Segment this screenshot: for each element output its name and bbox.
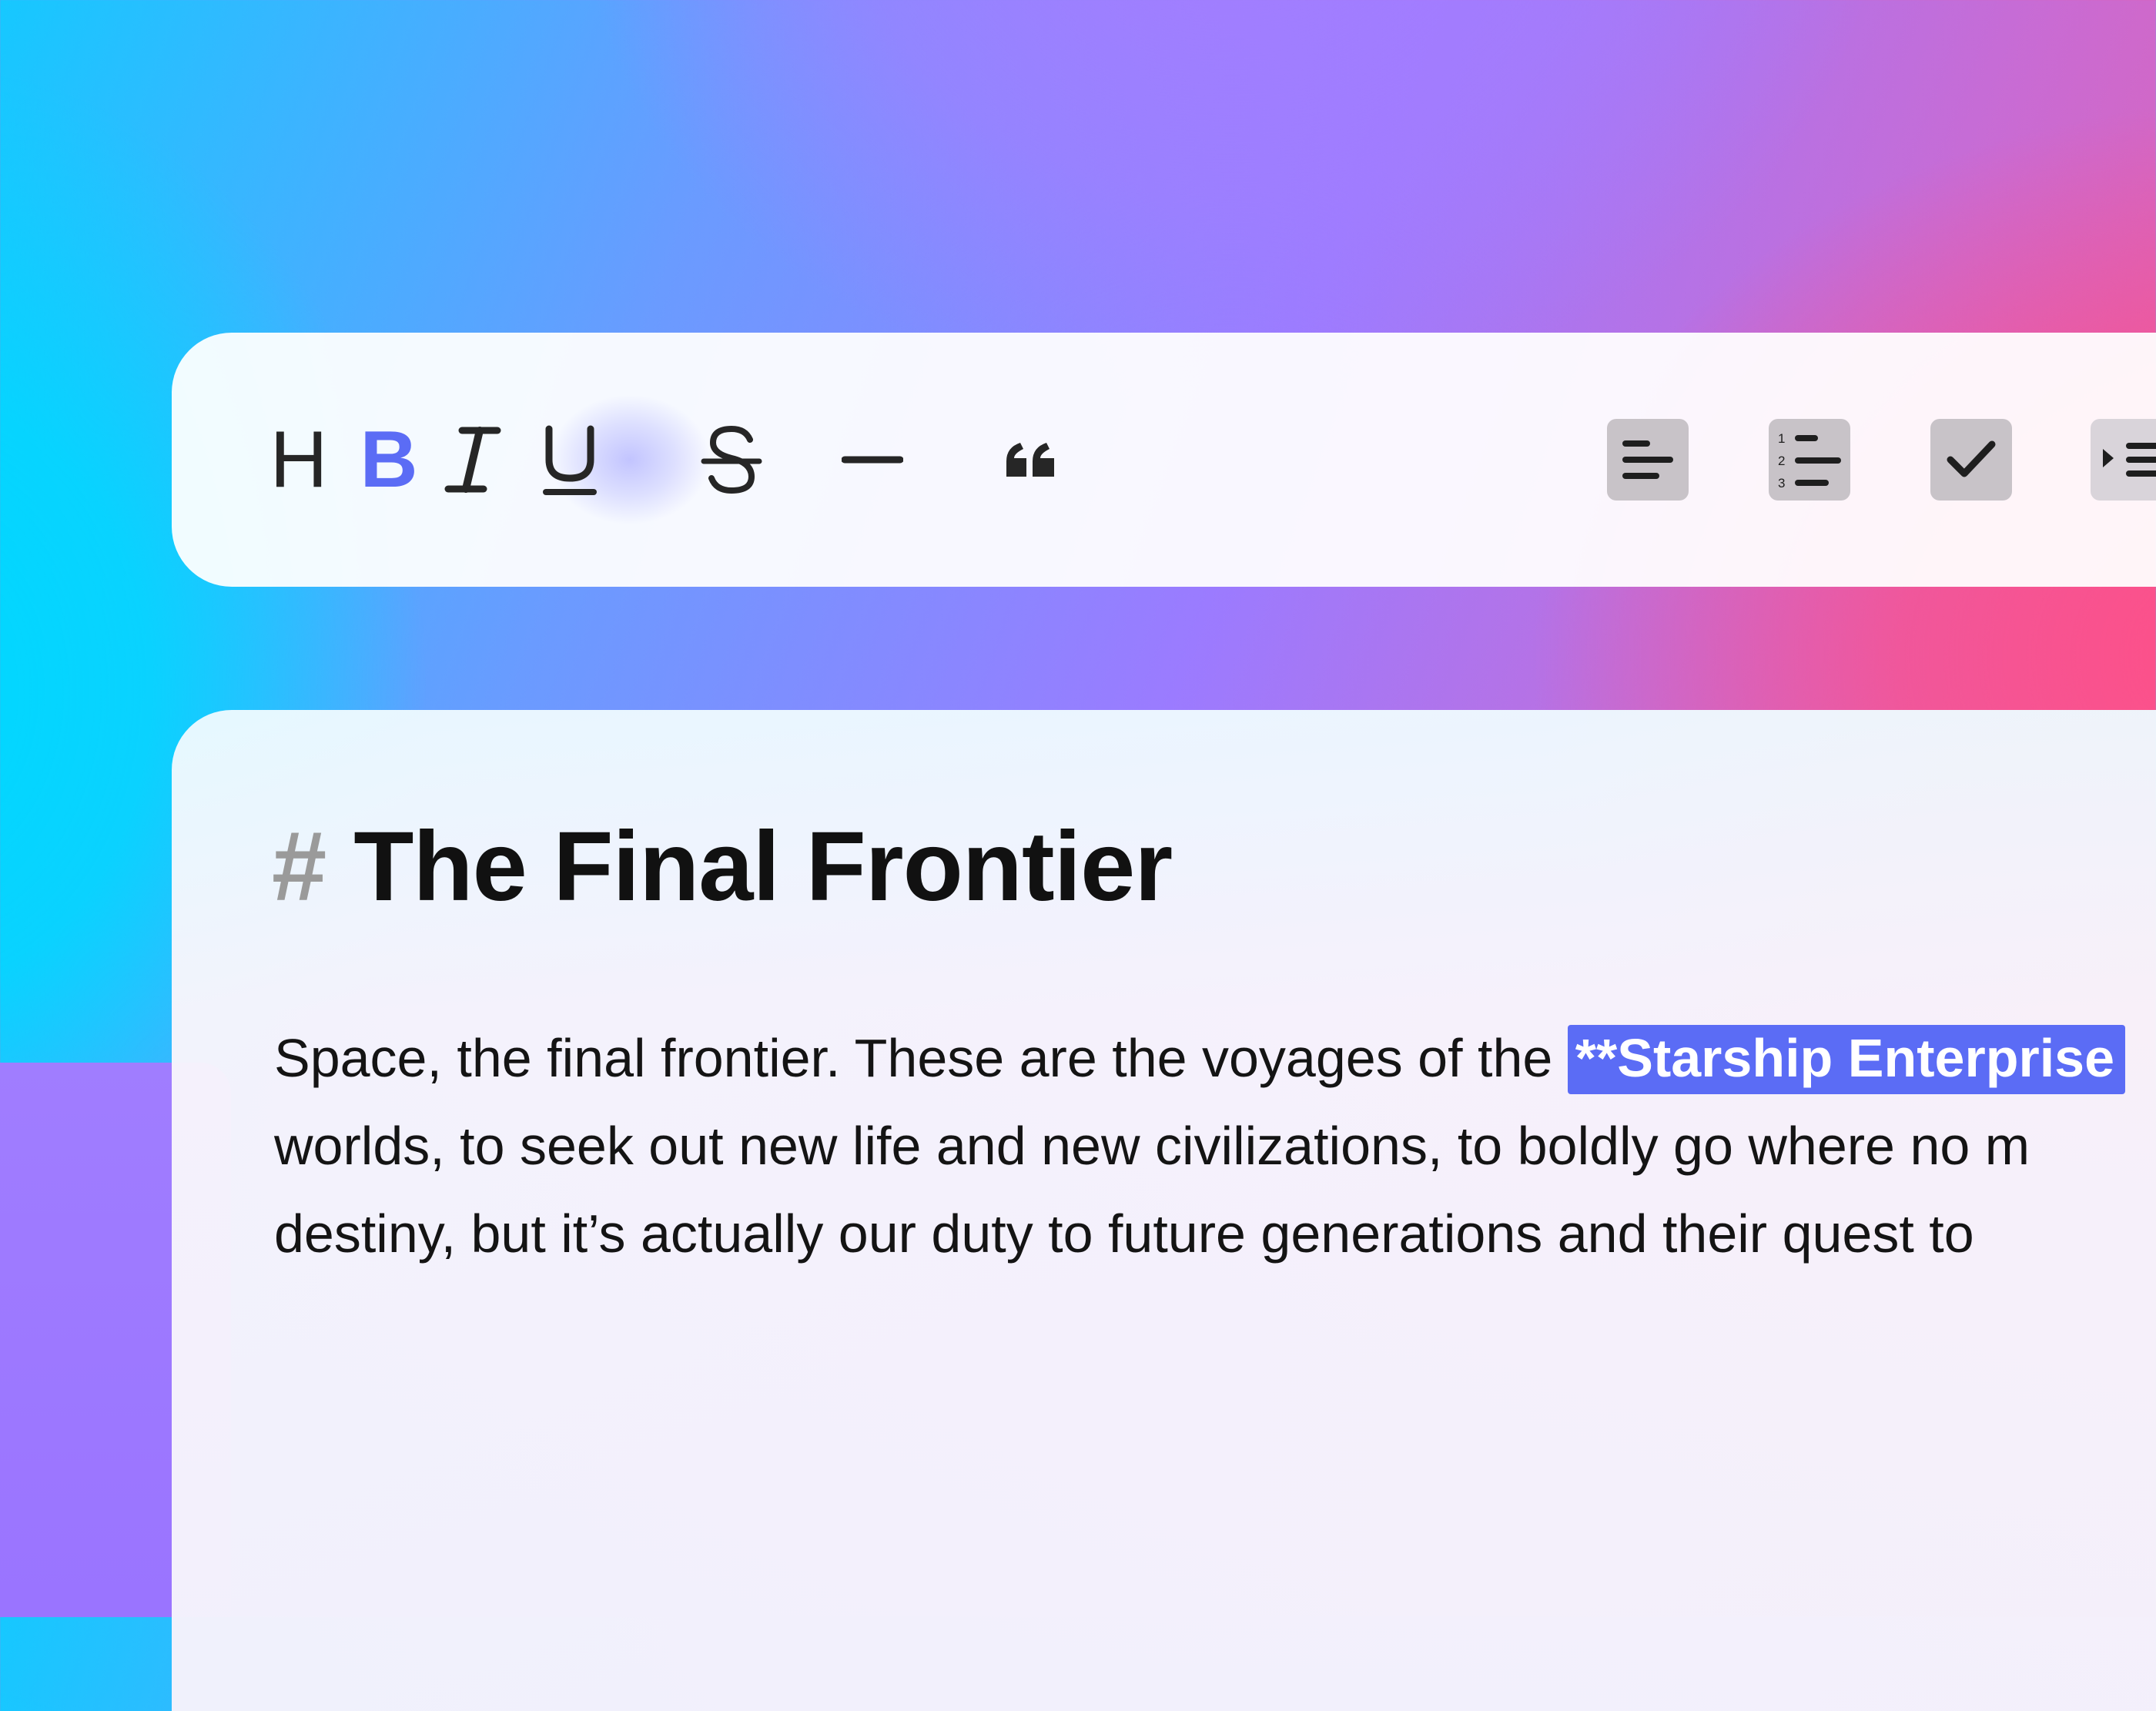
body-paragraph[interactable]: Space, the final frontier. These are the… [274,1014,2126,1277]
horizontal-rule-button[interactable] [830,417,915,502]
document-heading[interactable]: # The Final Frontier [272,818,1173,916]
heading-button[interactable]: H [256,417,341,502]
horizontal-rule-icon [842,456,903,464]
text-line-2: worlds, to seek out new life and new civ… [274,1116,2030,1176]
strikethrough-button[interactable] [689,417,774,502]
bold-button[interactable]: B [346,417,431,502]
heading-icon: H [270,415,328,504]
text-line-1-content: Space, the final frontier. These are the… [274,1028,1568,1088]
bullet-list-button[interactable] [1607,419,1689,501]
editor-panel[interactable]: # The Final Frontier Space, the final fro… [172,710,2156,1711]
blockquote-button[interactable] [988,417,1073,502]
text-line-3: destiny, but it’s actually our duty to f… [274,1204,1974,1264]
selected-text[interactable]: **Starship Enterprise [1567,1025,2126,1094]
underline-icon [543,425,597,495]
bold-icon: B [360,415,418,504]
bullet-list-icon [1622,440,1673,479]
heading-marker: # [272,812,326,922]
number-1: 1 [1778,431,1785,446]
blockquote-icon [1006,443,1054,477]
text-line-1: Space, the final frontier. These are the… [274,1014,2126,1102]
number-3: 3 [1778,476,1785,491]
numbered-list-button[interactable]: 1 2 3 [1769,419,1850,501]
italic-button[interactable] [430,417,515,502]
indent-icon [2103,443,2156,477]
number-2: 2 [1778,454,1785,468]
numbered-list-icon: 1 2 3 [1778,431,1841,491]
indent-button[interactable] [2091,419,2156,501]
checkbox-icon [1947,440,1996,477]
heading-text: The Final Frontier [353,812,1173,922]
formatting-toolbar: H B 1 2 3 [172,333,2156,587]
checklist-button[interactable] [1930,419,2012,501]
underline-button[interactable] [527,417,612,502]
italic-icon [444,427,501,493]
strikethrough-icon [701,425,762,494]
